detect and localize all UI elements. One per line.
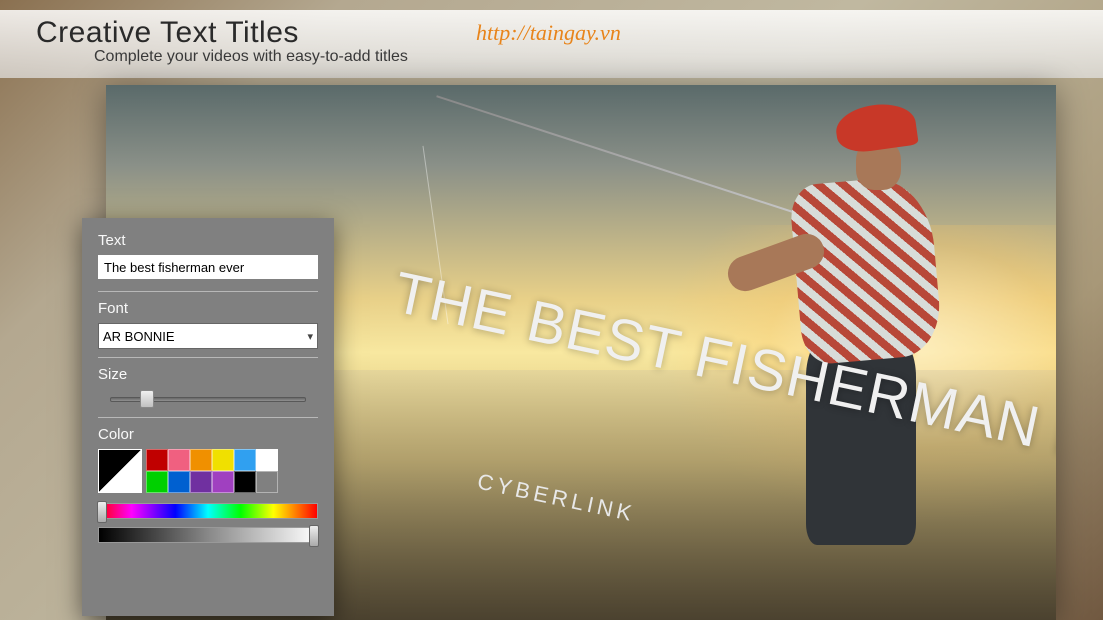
- luminance-slider[interactable]: [98, 527, 318, 543]
- font-selected-value: AR BONNIE: [103, 329, 175, 344]
- divider: [98, 357, 318, 358]
- page-subtitle: Complete your videos with easy-to-add ti…: [94, 48, 1067, 66]
- watermark-link[interactable]: http://taingay.vn: [476, 20, 621, 46]
- divider: [98, 417, 318, 418]
- font-dropdown[interactable]: AR BONNIE ▾: [98, 323, 318, 349]
- title-text-input[interactable]: [98, 255, 318, 279]
- size-slider[interactable]: [98, 389, 318, 409]
- size-field-label: Size: [98, 366, 318, 383]
- color-swatch[interactable]: [146, 471, 168, 493]
- divider: [98, 291, 318, 292]
- fisherman-figure: [716, 105, 976, 545]
- text-field-label: Text: [98, 232, 318, 249]
- luminance-thumb[interactable]: [309, 525, 319, 547]
- font-field-label: Font: [98, 300, 318, 317]
- hue-slider[interactable]: [98, 503, 318, 519]
- color-swatch[interactable]: [146, 449, 168, 471]
- color-swatch[interactable]: [212, 449, 234, 471]
- color-swatch[interactable]: [190, 471, 212, 493]
- color-field-label: Color: [98, 426, 318, 443]
- color-swatch[interactable]: [212, 471, 234, 493]
- header-bar: Creative Text Titles Complete your video…: [0, 10, 1103, 78]
- color-swatch[interactable]: [234, 449, 256, 471]
- slider-thumb[interactable]: [140, 390, 154, 408]
- color-swatch[interactable]: [168, 471, 190, 493]
- text-edit-panel: Text Font AR BONNIE ▾ Size Color: [82, 218, 334, 616]
- chevron-down-icon: ▾: [307, 330, 313, 343]
- color-swatch-row: [98, 449, 318, 493]
- hue-thumb[interactable]: [97, 501, 107, 523]
- color-swatch-grid: [146, 449, 278, 493]
- color-swatch[interactable]: [256, 471, 278, 493]
- color-swatch[interactable]: [234, 471, 256, 493]
- color-swatch[interactable]: [168, 449, 190, 471]
- color-swatch[interactable]: [256, 449, 278, 471]
- bw-swatch[interactable]: [98, 449, 142, 493]
- color-swatch[interactable]: [190, 449, 212, 471]
